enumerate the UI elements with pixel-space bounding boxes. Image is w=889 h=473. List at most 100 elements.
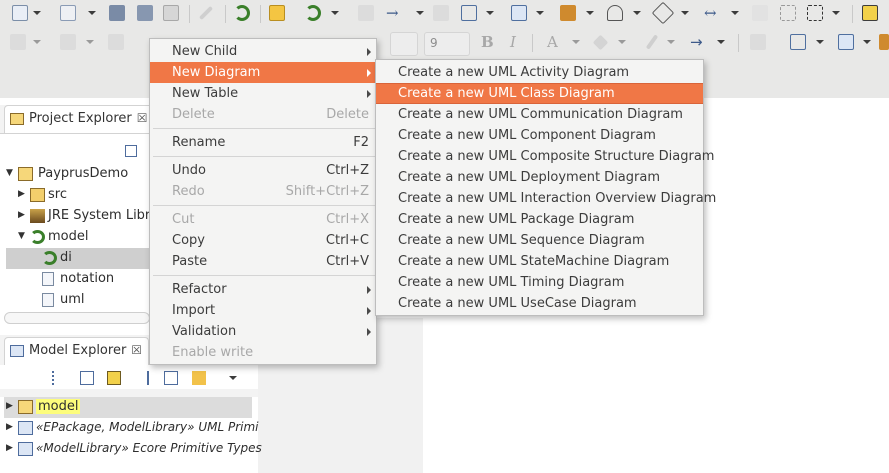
tree-item-di[interactable]: di xyxy=(6,248,150,269)
copy-format-icon[interactable] xyxy=(433,5,449,21)
expanded-chevron-icon[interactable]: ▼ xyxy=(6,168,13,178)
line-color-dropdown-icon[interactable] xyxy=(667,40,675,44)
submenu-item-usecase-diagram[interactable]: Create a new UML UseCase Diagram xyxy=(376,293,703,314)
collapsed-chevron-icon[interactable]: ▶ xyxy=(6,422,13,432)
align-top-dropdown-icon[interactable] xyxy=(86,40,94,44)
submenu-item-timing-diagram[interactable]: Create a new UML Timing Diagram xyxy=(376,272,703,293)
link-editor-icon[interactable] xyxy=(192,371,206,385)
grid-snap-dropdown-icon[interactable] xyxy=(816,40,824,44)
tree-arrange-icon[interactable] xyxy=(879,34,889,50)
submenu-item-sequence-diagram[interactable]: Create a new UML Sequence Diagram xyxy=(376,230,703,251)
clipboard-icon[interactable] xyxy=(269,5,285,21)
menu-item-copy[interactable]: Copy Ctrl+C xyxy=(150,230,376,251)
submenu-item-component-diagram[interactable]: Create a new UML Component Diagram xyxy=(376,125,703,146)
filter-dropdown-icon[interactable] xyxy=(633,11,641,15)
arrow-right-icon[interactable]: → xyxy=(386,4,399,22)
perspective-dropdown-icon[interactable] xyxy=(331,11,339,15)
connector-dropdown-icon[interactable] xyxy=(717,40,725,44)
font-name-field[interactable] xyxy=(390,32,418,56)
sort-icon[interactable] xyxy=(135,371,149,385)
fill-color-icon[interactable] xyxy=(592,34,609,51)
print-icon[interactable] xyxy=(163,5,179,21)
tree-item-ecore-primitives[interactable]: ▶ «ModelLibrary» Ecore Primitive Types xyxy=(4,439,262,460)
menu-item-import[interactable]: Import xyxy=(150,300,376,321)
align-dropdown-icon[interactable] xyxy=(33,40,41,44)
resize-horizontal-icon[interactable]: ↔ xyxy=(704,4,717,22)
tree-item-jre[interactable]: ▶ JRE System Libra xyxy=(0,206,158,227)
diamond-dropdown-icon[interactable] xyxy=(681,11,689,15)
font-size-field[interactable]: 9 xyxy=(424,32,470,56)
model-explorer-tab[interactable]: Model Explorer ☒ xyxy=(4,337,150,365)
menu-item-rename[interactable]: Rename F2 xyxy=(150,132,376,153)
tree-item-model[interactable]: ▶ model xyxy=(4,397,252,418)
view-menu-icon[interactable] xyxy=(229,376,237,380)
papyrus-icon[interactable] xyxy=(234,5,250,21)
edit-icon[interactable] xyxy=(107,371,121,385)
resize-dropdown-icon[interactable] xyxy=(731,11,739,15)
submenu-item-package-diagram[interactable]: Create a new UML Package Diagram xyxy=(376,209,703,230)
connector-icon[interactable]: → xyxy=(690,33,703,51)
submenu-item-deployment-diagram[interactable]: Create a new UML Deployment Diagram xyxy=(376,167,703,188)
expanded-chevron-icon[interactable]: ▼ xyxy=(18,231,25,241)
submenu-item-statemachine-diagram[interactable]: Create a new UML StateMachine Diagram xyxy=(376,251,703,272)
italic-button[interactable]: I xyxy=(510,33,516,51)
menu-item-new-diagram[interactable]: New Diagram xyxy=(150,62,376,83)
save-all-icon[interactable] xyxy=(137,5,153,21)
grid-dropdown-icon[interactable] xyxy=(486,11,494,15)
new-model-dropdown-icon[interactable] xyxy=(88,11,96,15)
new-dropdown-icon[interactable] xyxy=(33,11,41,15)
editor-canvas-lower[interactable] xyxy=(423,318,889,473)
tree-item-uml[interactable]: uml xyxy=(0,290,150,311)
list-icon[interactable] xyxy=(52,371,66,385)
tree-dropdown-icon[interactable] xyxy=(586,11,594,15)
line-color-icon[interactable] xyxy=(645,34,659,50)
route-icon[interactable] xyxy=(752,5,768,21)
collapse-all-icon[interactable] xyxy=(125,145,137,157)
collapsed-chevron-icon[interactable]: ▶ xyxy=(18,189,25,199)
collapse-all-icon[interactable] xyxy=(164,371,178,385)
copy-appearance-icon[interactable] xyxy=(750,34,766,50)
menu-item-undo[interactable]: Undo Ctrl+Z xyxy=(150,160,376,181)
project-explorer-tab[interactable]: Project Explorer ☒ xyxy=(4,105,155,133)
menu-item-new-table[interactable]: New Table xyxy=(150,83,376,104)
arrange-icon[interactable] xyxy=(838,34,854,50)
menu-item-validation[interactable]: Validation xyxy=(150,321,376,342)
tree-item-uml-primitives[interactable]: ▶ «EPackage, ModelLibrary» UML Primi xyxy=(4,418,258,439)
layout-icon[interactable] xyxy=(511,5,527,21)
menu-item-new-child[interactable]: New Child xyxy=(150,41,376,62)
back-icon[interactable] xyxy=(108,34,124,50)
menu-item-refactor[interactable]: Refactor xyxy=(150,279,376,300)
submenu-item-composite-structure-diagram[interactable]: Create a new UML Composite Structure Dia… xyxy=(376,146,714,167)
new-model-icon[interactable] xyxy=(60,5,76,21)
diamond-icon[interactable] xyxy=(651,1,675,25)
select-icon[interactable] xyxy=(780,5,796,21)
hierarchy-icon[interactable] xyxy=(80,371,94,385)
submenu-item-class-diagram[interactable]: Create a new UML Class Diagram xyxy=(376,83,703,104)
close-icon[interactable]: ☒ xyxy=(137,111,148,125)
new-icon[interactable] xyxy=(12,5,28,21)
collapsed-chevron-icon[interactable]: ▶ xyxy=(18,210,25,220)
grid-icon[interactable] xyxy=(461,5,477,21)
pencil-icon[interactable] xyxy=(198,5,214,21)
collapsed-chevron-icon[interactable]: ▶ xyxy=(6,443,13,453)
arrow-dropdown-icon[interactable] xyxy=(416,11,424,15)
bold-button[interactable]: B xyxy=(481,33,494,51)
marquee-icon[interactable] xyxy=(807,5,823,21)
tree-item-project[interactable]: ▼ PayprusDemo xyxy=(0,164,150,185)
save-icon[interactable] xyxy=(109,5,125,21)
submenu-item-interaction-overview-diagram[interactable]: Create a new UML Interaction Overview Di… xyxy=(376,188,716,209)
font-color-dropdown-icon[interactable] xyxy=(572,40,580,44)
align-top-icon[interactable] xyxy=(60,34,76,50)
papyrus-perspective-icon[interactable] xyxy=(305,5,321,21)
arrange-dropdown-icon[interactable] xyxy=(863,40,871,44)
marquee-dropdown-icon[interactable] xyxy=(832,11,840,15)
grid-snap-icon[interactable] xyxy=(790,34,806,50)
collapsed-chevron-icon[interactable]: ▶ xyxy=(6,401,13,411)
submenu-item-activity-diagram[interactable]: Create a new UML Activity Diagram xyxy=(376,62,703,83)
tree-item-model-folder[interactable]: ▼ model xyxy=(0,227,150,248)
layout-dropdown-icon[interactable] xyxy=(536,11,544,15)
link-icon[interactable] xyxy=(358,5,374,21)
close-icon[interactable]: ☒ xyxy=(131,343,142,357)
tree-item-src[interactable]: ▶ src xyxy=(0,185,150,206)
horizontal-scrollbar[interactable] xyxy=(4,312,150,324)
